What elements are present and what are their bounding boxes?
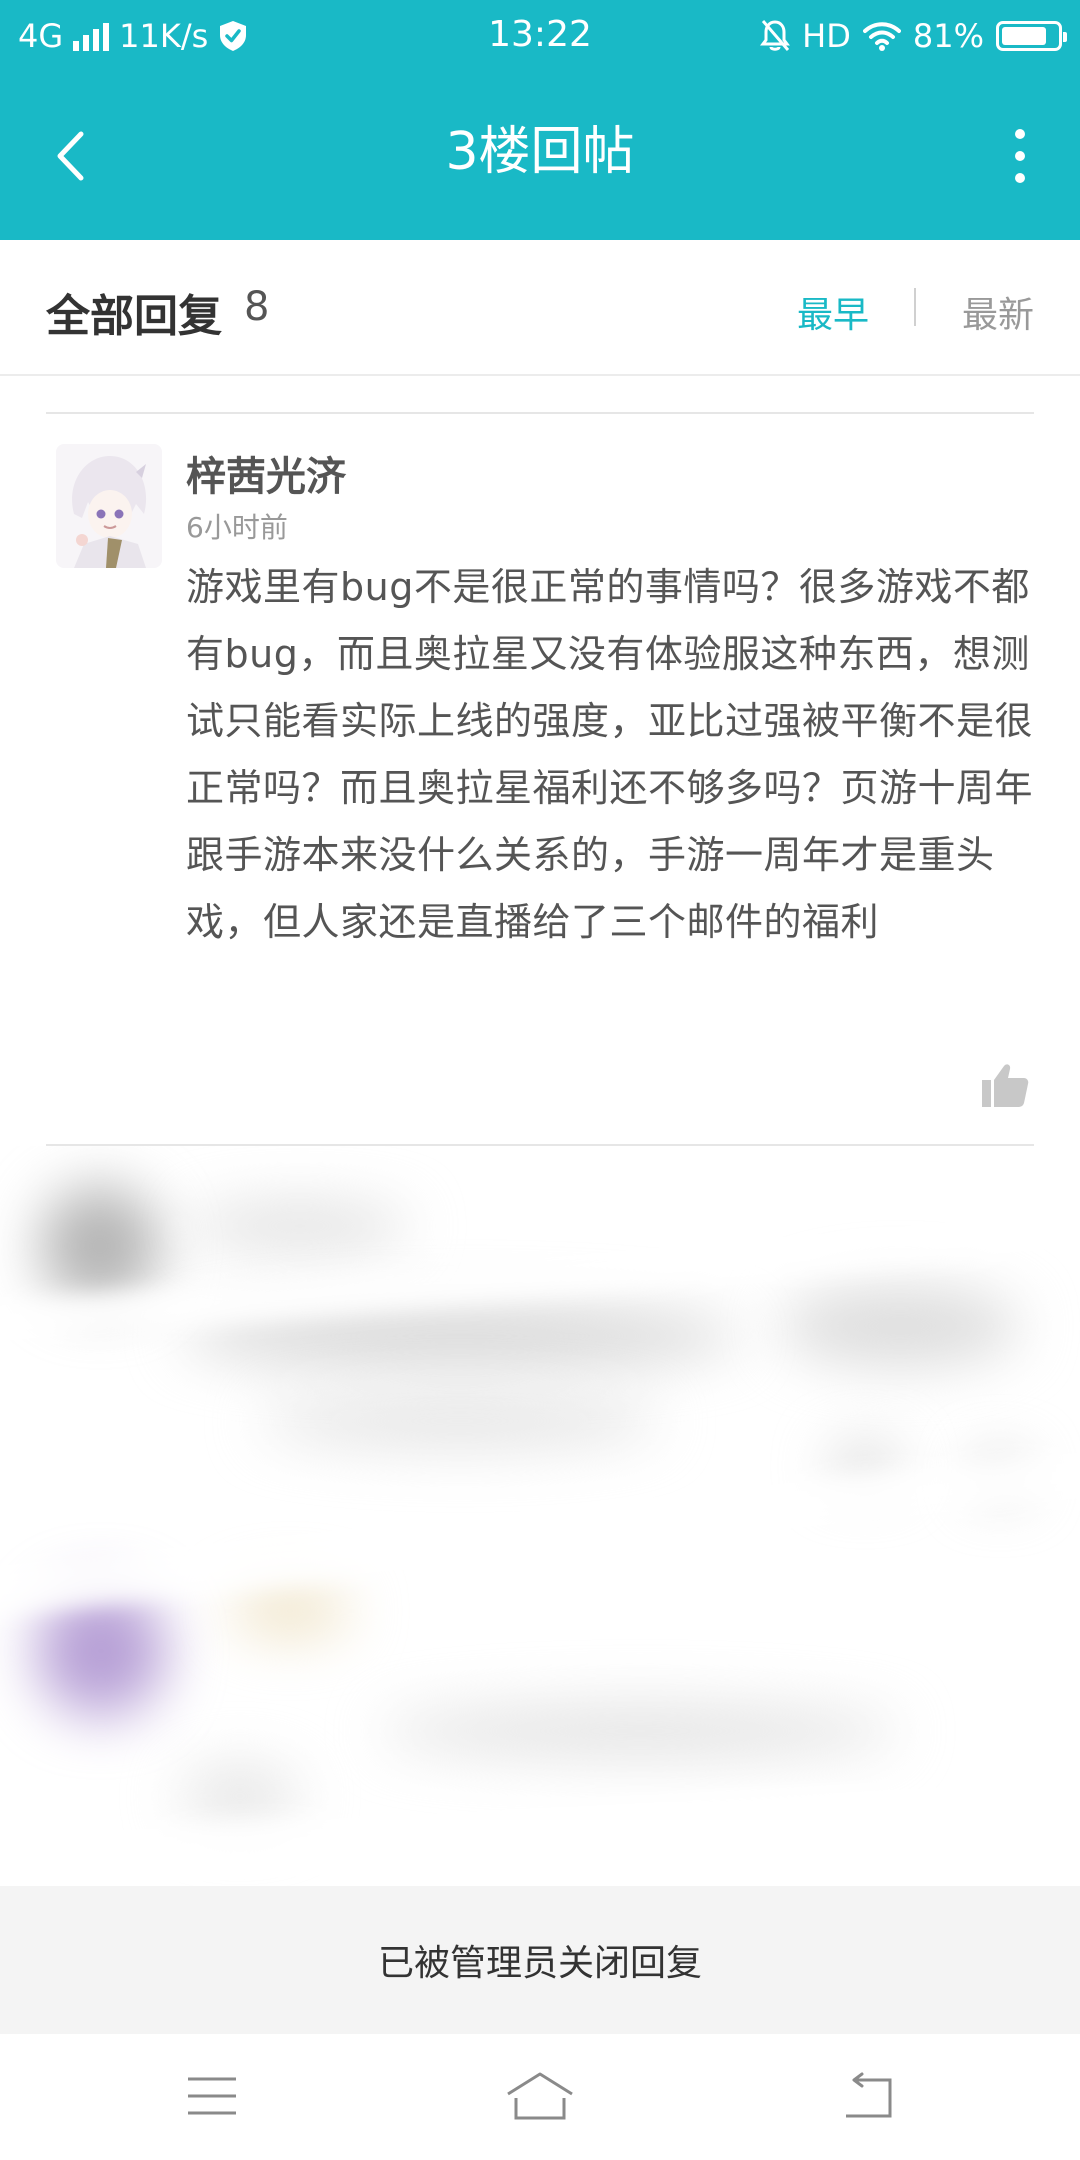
top-bar: 4G 11K/s 13:22 HD 81% 3楼回帖 <box>0 0 1080 240</box>
like-button[interactable] <box>980 1060 1030 1110</box>
page-title: 3楼回帖 <box>445 122 635 182</box>
status-bar: 4G 11K/s 13:22 HD 81% <box>0 0 1080 72</box>
menu-button[interactable] <box>172 2064 252 2128</box>
bell-off-icon <box>760 20 791 51</box>
battery-percent: 81% <box>912 17 984 55</box>
toolbar: 3楼回帖 <box>0 72 1080 240</box>
obscured-comments <box>0 1146 1080 1886</box>
reply-closed-text: 已被管理员关闭回复 <box>377 1943 702 1984</box>
avatar-image <box>56 444 162 568</box>
back-nav-button[interactable] <box>828 2064 908 2128</box>
blurred-text <box>260 1396 660 1446</box>
comment-username[interactable]: 梓茜光济 <box>186 444 346 502</box>
battery-level <box>1002 27 1046 45</box>
blurred-text <box>180 1766 300 1826</box>
home-button[interactable] <box>500 2064 580 2128</box>
battery-icon <box>996 21 1067 51</box>
menu-icon <box>188 2077 236 2115</box>
comment-text: 游戏里有bug不是很正常的事情吗？很多游戏不都有bug，而且奥拉星又没有体验服这… <box>186 565 1034 944</box>
more-vertical-icon <box>1015 129 1025 139</box>
reply-header: 全部回复 8 最早 最新 <box>0 240 1080 376</box>
hd-indicator: HD <box>802 17 851 55</box>
sort-divider <box>914 288 916 326</box>
sort-newest-tab[interactable]: 最新 <box>962 286 1034 338</box>
thumbs-up-icon <box>982 1064 1029 1107</box>
avatar[interactable] <box>56 444 162 568</box>
sort-oldest-tab[interactable]: 最早 <box>797 286 869 338</box>
system-nav-bar <box>0 2034 1080 2160</box>
comment-timestamp: 6小时前 <box>186 511 288 544</box>
all-replies-label: 全部回复 <box>46 291 222 342</box>
home-icon <box>507 2072 573 2120</box>
blurred-avatar <box>40 1186 160 1306</box>
more-dot <box>1015 173 1025 183</box>
comment-item: 梓茜光济 6小时前 游戏里有bug不是很正常的事情吗？很多游戏不都有bug，而且… <box>0 414 1080 1144</box>
return-icon <box>846 2072 892 2118</box>
status-right: HD 81% <box>760 14 1067 58</box>
reply-closed-notice: 已被管理员关闭回复 <box>0 1886 1080 2034</box>
reply-count: 8 <box>244 284 270 330</box>
blurred-text <box>190 1206 410 1246</box>
more-button[interactable] <box>1000 120 1040 192</box>
blurred-text <box>380 1706 900 1756</box>
wifi-icon <box>862 22 901 51</box>
blur-sweep <box>0 1442 1080 1620</box>
blurred-text <box>230 1586 350 1636</box>
blurred-text <box>780 1286 1020 1366</box>
blur-sweep <box>0 1773 1080 1886</box>
more-dot <box>1015 151 1025 161</box>
